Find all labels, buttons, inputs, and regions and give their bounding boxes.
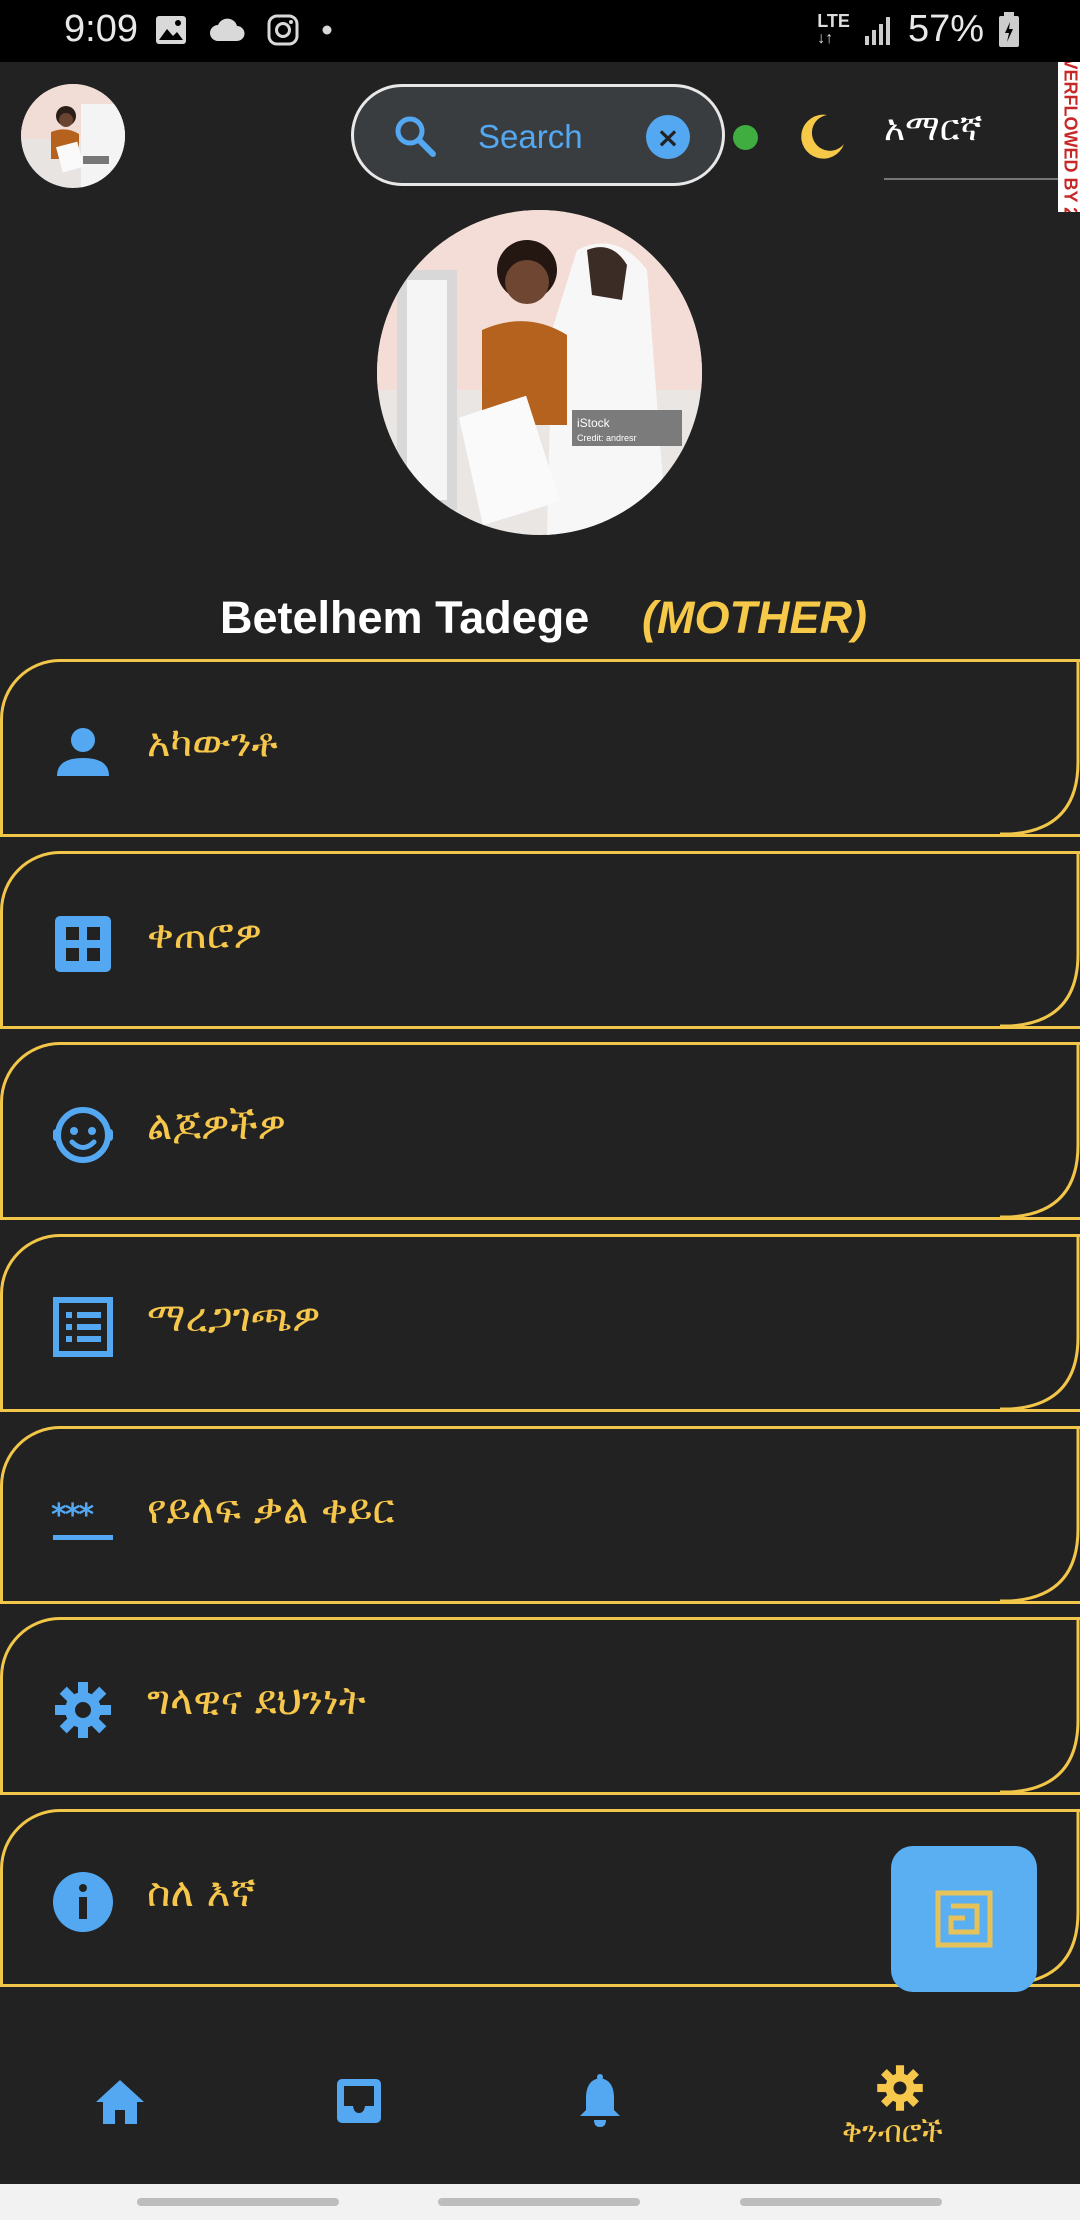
profile-avatar-small[interactable]	[21, 84, 125, 188]
menu-item-label: ስለ እኛ	[147, 1870, 256, 1916]
card-corner	[1000, 1237, 1080, 1409]
network-label: LTE	[817, 10, 850, 31]
menu-item-change-password[interactable]: *** የይለፍ ቃል ቀይር	[0, 1426, 1080, 1604]
menu-item-label: አካውንቶ	[147, 720, 278, 766]
menu-item-label: ማረጋገጫዎ	[147, 1295, 321, 1341]
overflow-warning: VERFLOWED BY 2	[1058, 62, 1080, 212]
overflow-warning-text: VERFLOWED BY 2	[1060, 62, 1080, 212]
gesture-handle[interactable]	[137, 2198, 339, 2206]
card-corner	[1000, 1045, 1080, 1217]
profile-photo[interactable]: iStock Credit: andresr	[377, 210, 702, 535]
network-type: LTE ↓↑	[817, 10, 850, 47]
signal-icon	[864, 16, 890, 45]
search-bar[interactable]: Search ×	[351, 84, 725, 186]
nav-settings-label[interactable]: ቅንብሮች	[842, 2115, 943, 2150]
menu-item-label: የይለፍ ቃል ቀይር	[147, 1487, 395, 1533]
status-notification-icons	[155, 14, 333, 46]
menu-item-appointments[interactable]: ቀጠሮዎ	[0, 851, 1080, 1029]
language-selector[interactable]: አማርኛ	[884, 108, 1060, 180]
baby-face-icon	[53, 1107, 113, 1163]
battery-icon	[999, 11, 1019, 47]
card-corner	[1000, 1620, 1080, 1792]
menu-item-children[interactable]: ልጆዎችዎ	[0, 1042, 1080, 1220]
bottom-navigation: ቅንብሮች	[0, 2038, 1080, 2184]
grid-icon	[55, 916, 111, 972]
qr-frame-icon	[935, 1890, 993, 1948]
svg-text:iStock: iStock	[577, 416, 611, 430]
instagram-icon	[267, 14, 299, 46]
bell-icon[interactable]	[576, 2074, 624, 2128]
gesture-handle[interactable]	[740, 2198, 942, 2206]
home-icon[interactable]	[94, 2078, 146, 2126]
moon-icon[interactable]	[797, 112, 847, 162]
gesture-handle[interactable]	[438, 2198, 640, 2206]
search-input[interactable]: Search	[478, 118, 583, 156]
cloud-icon	[210, 18, 245, 41]
person-icon	[57, 728, 109, 776]
gear-icon	[55, 1682, 111, 1738]
battery-percent: 57%	[907, 8, 984, 50]
svg-text:***: ***	[51, 1498, 94, 1533]
menu-item-label: ቀጠሮዎ	[147, 912, 262, 958]
status-bar: 9:09 LTE ↓↑ 57%	[0, 0, 1080, 62]
list-icon	[53, 1297, 113, 1357]
svg-text:Credit: andresr: Credit: andresr	[577, 433, 637, 443]
card-corner	[1000, 662, 1080, 834]
clear-search-button[interactable]: ×	[646, 115, 690, 159]
card-corner	[1000, 854, 1080, 1026]
menu-item-label: ልጆዎችዎ	[147, 1103, 286, 1149]
online-status-indicator	[733, 125, 758, 150]
profile-name-row: Betelhem Tadege (MOTHER)	[0, 592, 1080, 652]
menu-item-label: ግላዊና ደህንነት	[147, 1678, 366, 1724]
status-time: 9:09	[64, 8, 138, 50]
menu-item-privacy-security[interactable]: ግላዊና ደህንነት	[0, 1617, 1080, 1795]
menu-item-account[interactable]: አካውንቶ	[0, 659, 1080, 837]
card-corner	[1000, 1429, 1080, 1601]
qr-scan-button[interactable]	[891, 1846, 1037, 1992]
inbox-icon[interactable]	[334, 2076, 384, 2126]
system-gesture-bar	[0, 2184, 1080, 2220]
settings-icon[interactable]	[874, 2062, 926, 2114]
password-icon: ***	[51, 1498, 113, 1540]
profile-role: (MOTHER)	[642, 592, 867, 643]
info-icon	[53, 1872, 113, 1932]
search-icon	[395, 116, 436, 157]
menu-item-verification[interactable]: ማረጋገጫዎ	[0, 1234, 1080, 1412]
gallery-icon	[156, 16, 186, 44]
profile-name: Betelhem Tadege	[220, 592, 590, 643]
dot-icon	[322, 25, 332, 35]
